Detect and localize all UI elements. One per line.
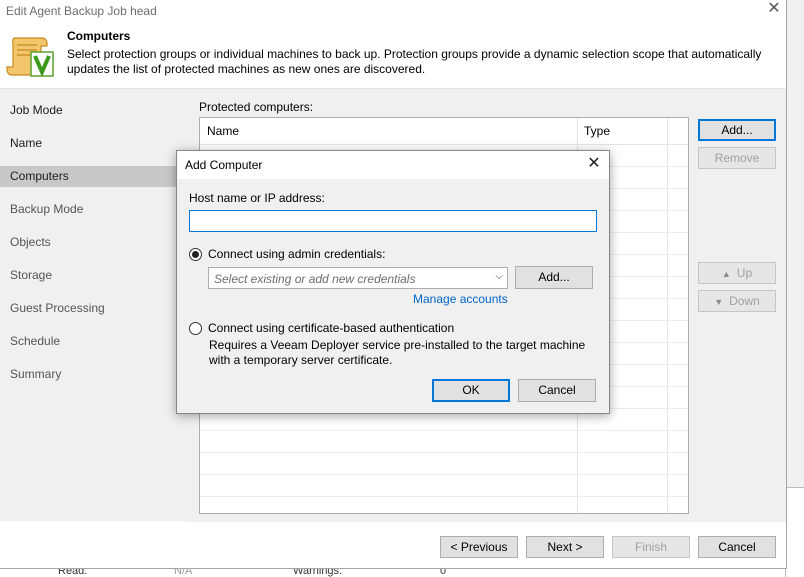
dialog-close-icon[interactable]: ✕ — [585, 155, 603, 173]
nav-item-backup-mode[interactable]: Backup Mode — [0, 199, 186, 220]
dialog-titlebar: Add Computer ✕ — [177, 151, 609, 179]
background-panel — [785, 487, 804, 577]
ok-button[interactable]: OK — [432, 379, 510, 402]
radio-selected-dot — [192, 251, 199, 258]
nav-item-job-mode[interactable]: Job Mode — [0, 100, 186, 121]
window-close-icon[interactable]: ✕ — [766, 0, 782, 18]
table-row — [200, 430, 688, 431]
footer-divider — [186, 521, 786, 522]
column-divider — [667, 118, 668, 513]
move-down-label: Down — [729, 294, 760, 308]
nav-item-guest-processing[interactable]: Guest Processing — [0, 298, 186, 319]
add-credentials-button[interactable]: Add... — [515, 266, 593, 289]
credentials-dropdown[interactable]: Select existing or add new credentials ⌵ — [208, 267, 508, 289]
certificate-note-line-2: with a temporary server certificate. — [209, 353, 393, 367]
nav-item-schedule[interactable]: Schedule — [0, 331, 186, 352]
cancel-button[interactable]: Cancel — [698, 536, 776, 558]
nav-item-computers[interactable]: Computers — [0, 166, 186, 187]
move-up-label: Up — [736, 266, 753, 280]
host-label: Host name or IP address: — [189, 191, 325, 205]
dialog-title: Add Computer — [185, 158, 263, 172]
window-title: Edit Agent Backup Job head — [6, 4, 157, 18]
column-header-name[interactable]: Name — [207, 124, 239, 138]
table-header: Name Type — [200, 118, 688, 145]
host-input[interactable] — [189, 210, 597, 232]
table-row — [200, 496, 688, 497]
remove-button[interactable]: Remove — [698, 147, 776, 169]
certificate-note-line-1: Requires a Veeam Deployer service pre-in… — [209, 338, 586, 352]
scroll-checkmark-icon — [6, 37, 54, 77]
add-computer-button[interactable]: Add... — [698, 119, 776, 141]
page-description: Select protection groups or individual m… — [67, 47, 762, 76]
column-header-type[interactable]: Type — [584, 124, 610, 138]
nav-item-name[interactable]: Name — [0, 133, 186, 154]
table-row — [200, 474, 688, 475]
nav-item-summary[interactable]: Summary — [0, 364, 186, 385]
previous-button[interactable]: < Previous — [440, 536, 518, 558]
table-row — [200, 452, 688, 453]
credentials-placeholder: Select existing or add new credentials — [214, 272, 416, 286]
nav-item-storage[interactable]: Storage — [0, 265, 186, 286]
dialog-cancel-button[interactable]: Cancel — [518, 379, 596, 402]
wizard-steps-nav: Job Mode Name Computers Backup Mode Obje… — [0, 89, 186, 521]
move-down-button[interactable]: ▼ Down — [698, 290, 776, 312]
protected-computers-label: Protected computers: — [199, 100, 314, 114]
arrow-up-icon: ▲ — [721, 269, 731, 279]
admin-credentials-radio[interactable] — [189, 248, 202, 261]
chevron-down-icon: ⌵ — [495, 271, 503, 282]
page-title: Computers — [67, 29, 131, 43]
certificate-auth-label[interactable]: Connect using certificate-based authenti… — [208, 321, 454, 335]
add-computer-dialog: Add Computer ✕ Host name or IP address: … — [176, 150, 610, 414]
move-up-button[interactable]: ▲ Up — [698, 262, 776, 284]
manage-accounts-link[interactable]: Manage accounts — [413, 292, 508, 306]
certificate-auth-radio[interactable] — [189, 322, 202, 335]
arrow-down-icon: ▼ — [714, 297, 724, 307]
next-button[interactable]: Next > — [526, 536, 604, 558]
finish-button[interactable]: Finish — [612, 536, 690, 558]
nav-item-objects[interactable]: Objects — [0, 232, 186, 253]
admin-credentials-label[interactable]: Connect using admin credentials: — [208, 247, 385, 261]
